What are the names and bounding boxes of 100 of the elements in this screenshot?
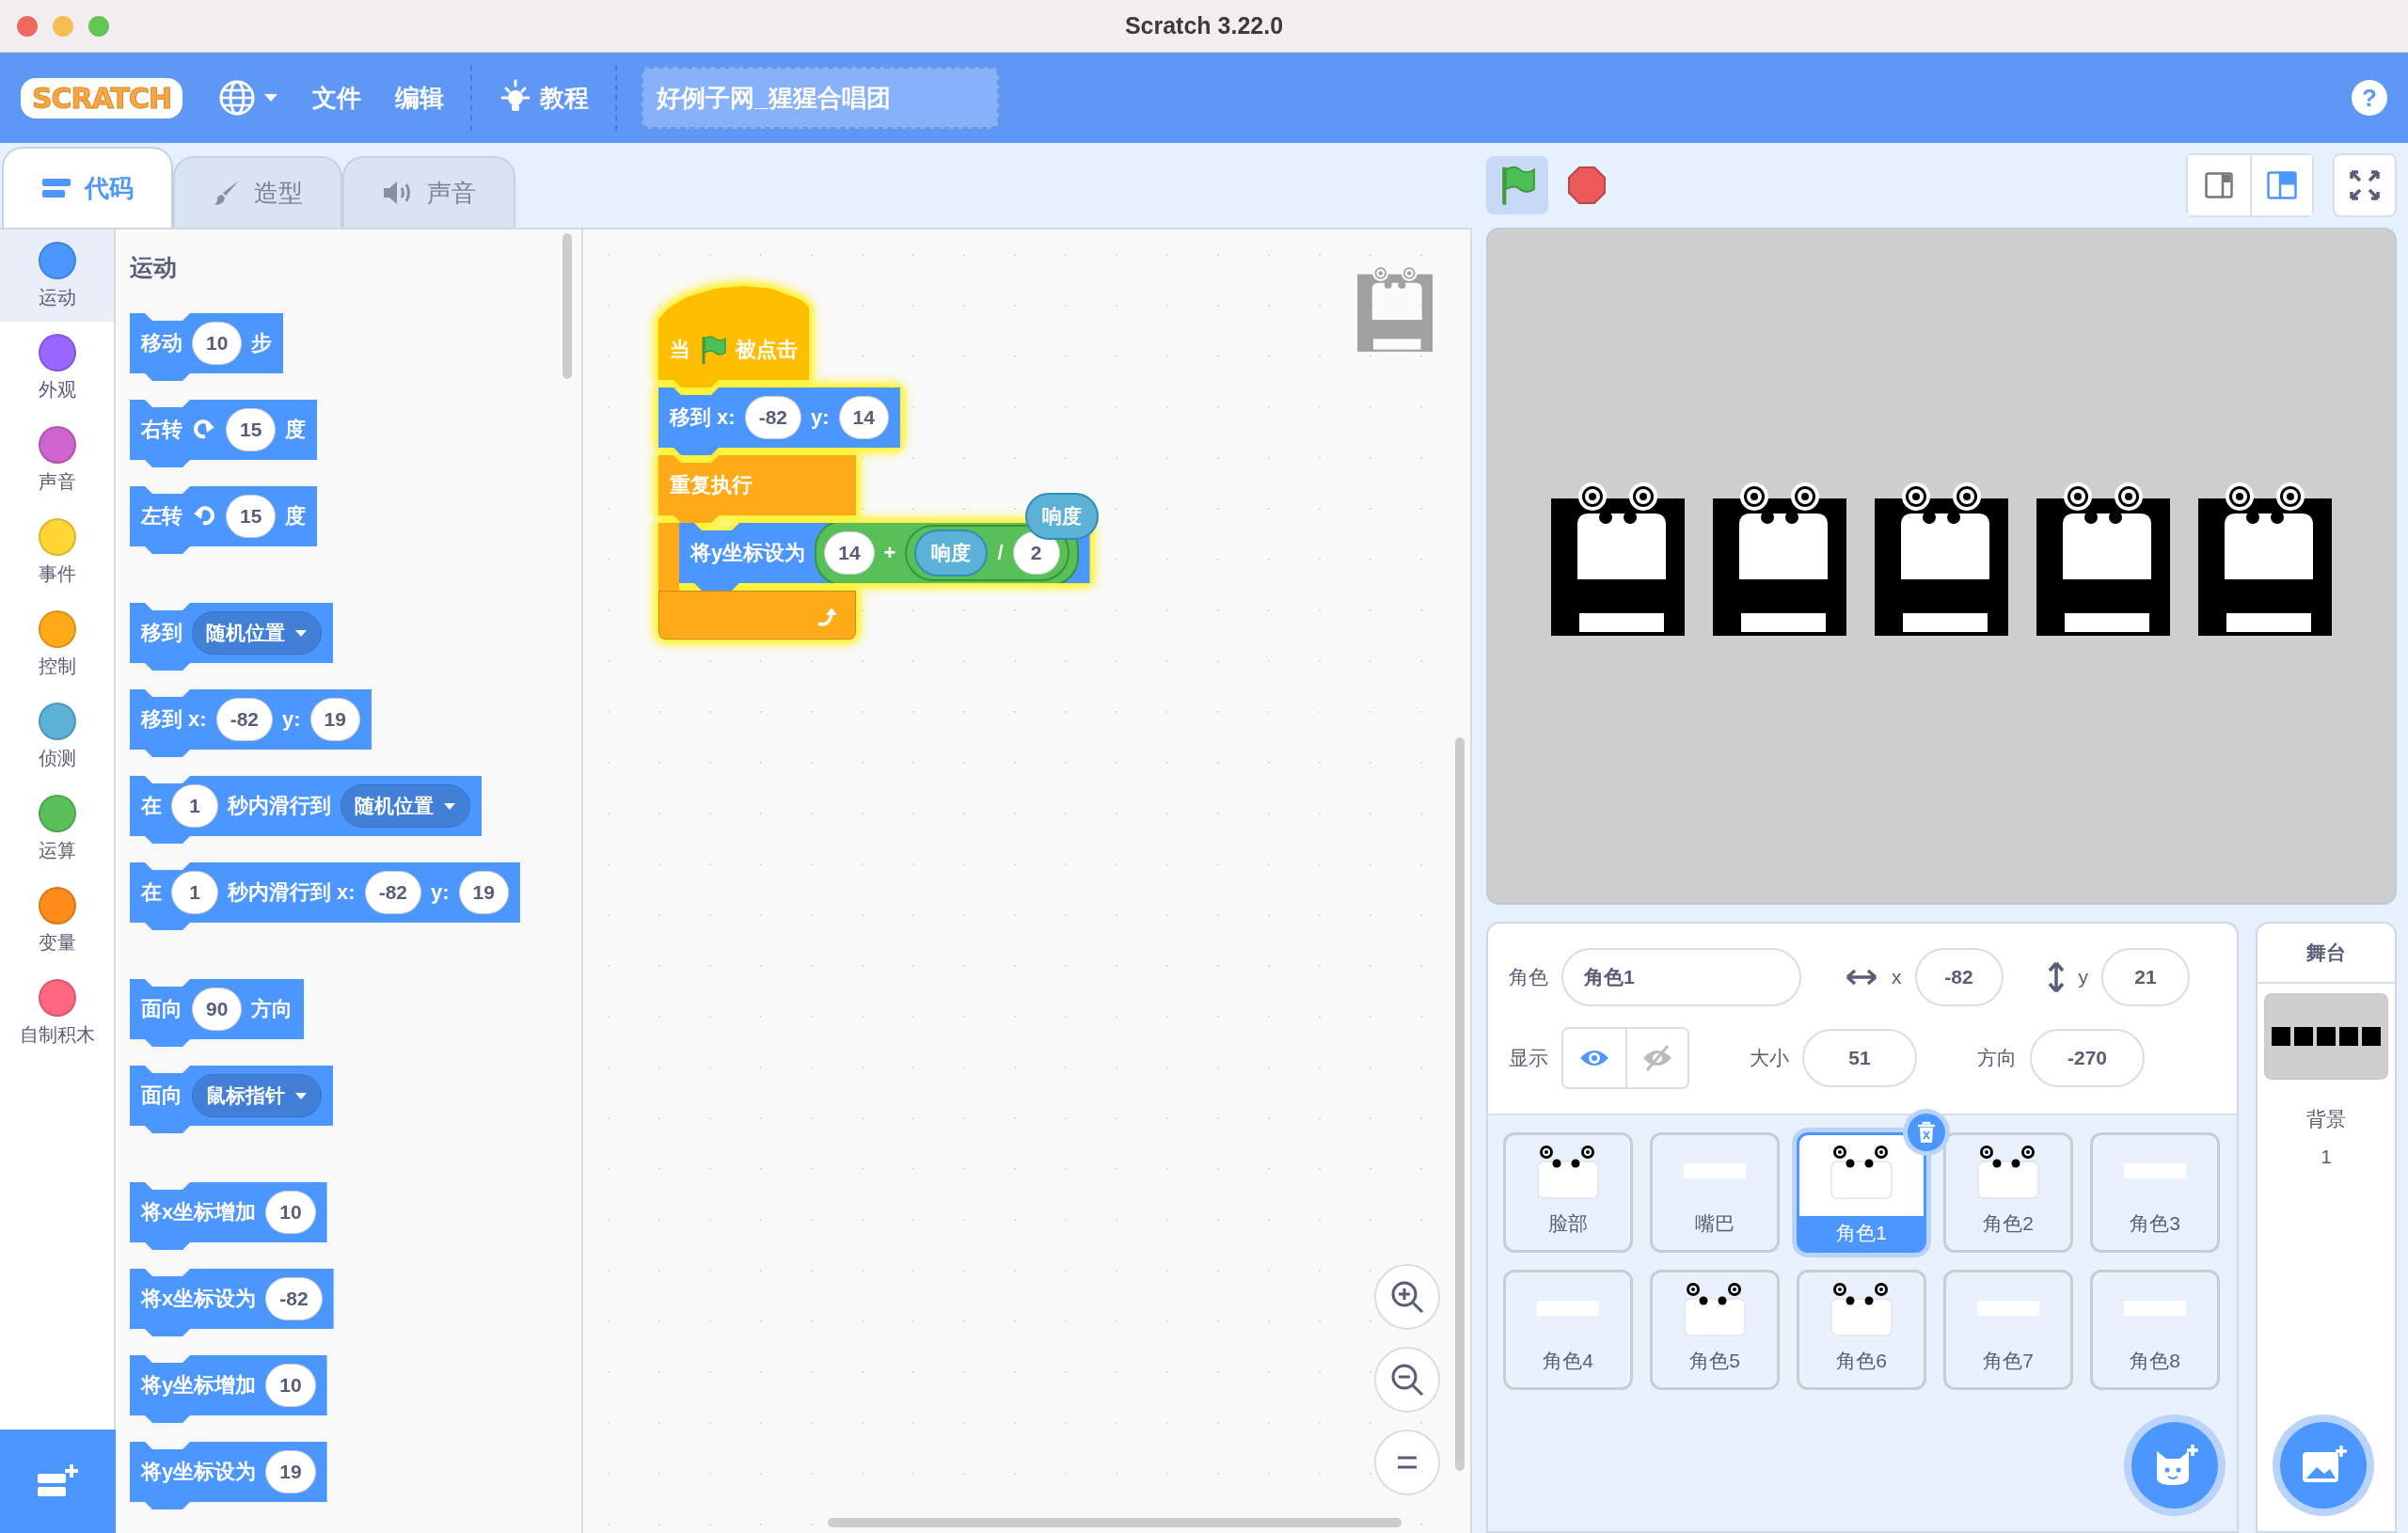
stop-icon[interactable] xyxy=(1567,166,1607,205)
dropdown-menu[interactable]: 随机位置 xyxy=(192,611,322,655)
block-label: y: xyxy=(431,880,450,905)
category-item[interactable]: 声音 xyxy=(0,414,114,506)
number-input[interactable]: 14 xyxy=(838,396,889,439)
x-label: x xyxy=(1892,966,1902,988)
number-input[interactable]: 10 xyxy=(265,1191,316,1234)
zoom-button[interactable] xyxy=(88,15,109,37)
block-label: 左转 xyxy=(141,503,182,529)
operator-reporter[interactable]: 响度 / 2 xyxy=(905,525,1069,581)
direction-field[interactable]: -270 xyxy=(2030,1029,2145,1087)
hide-button[interactable] xyxy=(1625,1029,1687,1087)
sprite-tile[interactable]: 嘴巴 xyxy=(1650,1132,1780,1253)
number-input[interactable]: 10 xyxy=(192,322,243,365)
sprite-tile[interactable]: 角色8 xyxy=(2090,1270,2220,1390)
code-block[interactable]: 移到 x: -82 y: 14 xyxy=(658,387,900,455)
backdrops-label: 背景 xyxy=(2306,1107,2346,1131)
number-input[interactable]: 1 xyxy=(171,784,218,828)
stage-layout-button[interactable] xyxy=(2250,155,2312,215)
block-label: 面向 xyxy=(141,1083,182,1109)
block-label: 当 xyxy=(670,337,690,363)
block-label: y: xyxy=(811,405,830,430)
sprite-tile[interactable]: 脸部 xyxy=(1503,1132,1633,1253)
sprite-name-field[interactable]: 角色1 xyxy=(1561,948,1801,1006)
number-input[interactable]: 19 xyxy=(309,698,360,741)
number-input[interactable]: 15 xyxy=(226,408,277,451)
category-item[interactable]: 自制积木 xyxy=(0,967,114,1059)
minimize-button[interactable] xyxy=(53,15,73,37)
code-block[interactable]: 移动 10 步 xyxy=(130,313,284,381)
category-heading: 运动 xyxy=(130,253,178,282)
number-input[interactable]: 14 xyxy=(824,531,875,575)
caret-icon xyxy=(443,801,456,811)
scrollbar[interactable] xyxy=(562,233,572,379)
code-block[interactable]: 右转 15 度 xyxy=(130,400,318,467)
category-item[interactable]: 控制 xyxy=(0,598,114,690)
stage[interactable] xyxy=(1486,228,2397,905)
code-block[interactable]: 在 1 秒内滑行到 x: -82 y: 19 xyxy=(130,862,520,930)
show-label: 显示 xyxy=(1509,1046,1548,1070)
block-label: 将x坐标设为 xyxy=(141,1286,257,1312)
y-field[interactable]: 21 xyxy=(2101,948,2190,1006)
number-input[interactable]: -82 xyxy=(364,871,422,914)
number-input[interactable]: -82 xyxy=(265,1277,323,1320)
code-block[interactable]: 面向 鼠标指针 xyxy=(130,1066,333,1133)
size-field[interactable]: 51 xyxy=(1802,1029,1917,1087)
dropdown-menu[interactable]: 鼠标指针 xyxy=(192,1074,322,1117)
number-input[interactable]: 10 xyxy=(265,1364,316,1407)
add-extension-button[interactable] xyxy=(0,1430,116,1533)
code-block[interactable]: 移到 随机位置 xyxy=(130,603,333,671)
fullscreen-button[interactable] xyxy=(2333,153,2397,217)
small-stage-icon xyxy=(2205,172,2233,198)
sprite-tile[interactable]: 角色5 xyxy=(1650,1270,1780,1390)
code-block[interactable]: 将x坐标设为 -82 xyxy=(130,1269,334,1336)
code-block[interactable]: 移到 x: -82 y: 19 xyxy=(130,689,372,757)
block-label: + xyxy=(883,541,896,565)
category-item[interactable]: 运动 xyxy=(0,229,114,322)
sprite-tile[interactable]: 角色3 xyxy=(2090,1132,2220,1253)
x-field[interactable]: -82 xyxy=(1914,948,2004,1006)
block-label: 秒内滑行到 x: xyxy=(228,879,356,906)
loop-arrow-icon xyxy=(816,607,840,629)
sprite-thumbnail xyxy=(1535,1145,1601,1199)
block-label: 右转 xyxy=(141,417,182,443)
code-block[interactable]: 将y坐标设为 19 xyxy=(130,1442,327,1509)
block-label: 重复执行 xyxy=(670,472,752,498)
sprite-tile[interactable]: 角色7 xyxy=(1943,1270,2073,1390)
category-item[interactable]: 事件 xyxy=(0,506,114,598)
start-flag-button[interactable] xyxy=(1486,156,1548,214)
number-input[interactable]: 2 xyxy=(1012,531,1060,575)
sprite-tile[interactable]: 角色6 xyxy=(1797,1270,1926,1390)
number-input[interactable]: -82 xyxy=(215,698,274,741)
code-blocks-icon xyxy=(41,176,71,200)
category-item[interactable]: 侦测 xyxy=(0,690,114,782)
block-label: 方向 xyxy=(251,996,293,1022)
caret-icon xyxy=(263,93,279,103)
number-input[interactable]: 1 xyxy=(171,871,218,914)
number-input[interactable]: 19 xyxy=(458,871,509,914)
code-block[interactable]: 将y坐标增加 10 xyxy=(130,1355,327,1423)
number-input[interactable]: 90 xyxy=(192,988,243,1031)
scrollbar[interactable] xyxy=(1455,737,1465,1471)
code-block[interactable]: 左转 15 度 xyxy=(130,486,318,554)
close-button[interactable] xyxy=(17,15,38,37)
category-item[interactable]: 外观 xyxy=(0,322,114,414)
block-label: 度 xyxy=(285,417,307,443)
number-input[interactable]: 19 xyxy=(265,1450,316,1493)
number-input[interactable]: -82 xyxy=(744,396,802,439)
code-block[interactable]: 面向 90 方向 xyxy=(130,979,305,1047)
sprite-tile[interactable]: 角色2 xyxy=(1943,1132,2073,1253)
caret-icon xyxy=(294,628,308,638)
backdrop-thumbnail[interactable] xyxy=(2264,993,2388,1080)
scrollbar[interactable] xyxy=(828,1518,1402,1527)
number-input[interactable]: 15 xyxy=(226,495,277,538)
code-block[interactable]: 在 1 秒内滑行到 随机位置 xyxy=(130,776,482,844)
code-block[interactable]: 将x坐标增加 10 xyxy=(130,1182,327,1250)
category-item[interactable]: 变量 xyxy=(0,875,114,967)
dropdown-menu[interactable]: 随机位置 xyxy=(341,784,470,828)
block-label: 步 xyxy=(251,330,273,356)
category-item[interactable]: 运算 xyxy=(0,782,114,875)
block-label: 秒内滑行到 xyxy=(228,793,331,819)
block-label: / xyxy=(997,541,1004,565)
sprite-tile[interactable]: 角色4 xyxy=(1503,1270,1633,1390)
window-title: Scratch 3.22.0 xyxy=(1124,12,1284,39)
